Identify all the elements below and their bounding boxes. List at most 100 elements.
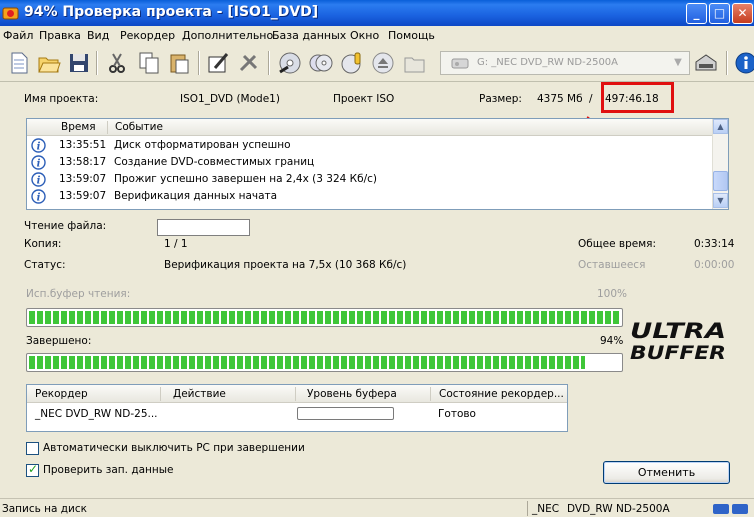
menu-help[interactable]: Помощь: [388, 29, 435, 42]
verify-data-checkbox[interactable]: [26, 462, 39, 477]
project-size-separator: /: [589, 93, 593, 105]
cancel-button[interactable]: Отменить: [603, 461, 730, 484]
burn-disc-icon[interactable]: [277, 50, 303, 76]
disc-info-icon[interactable]: [339, 50, 365, 76]
completed-label: Завершено:: [26, 335, 92, 347]
log-row[interactable]: i 13:35:51 Диск отформатирован успешно: [27, 137, 714, 154]
svg-text:i: i: [37, 192, 41, 203]
toolbar-separator: [96, 51, 98, 75]
info-icon: i: [31, 189, 46, 204]
status-value: Верификация проекта на 7,5x (10 368 Кб/с…: [164, 259, 407, 271]
project-name-label: Имя проекта:: [24, 93, 99, 105]
event-log-scrollbar[interactable]: ▲ ▼: [712, 119, 728, 209]
col-header-action[interactable]: Действие: [173, 388, 226, 400]
svg-text:i: i: [37, 175, 41, 186]
svg-text:BUFFER: BUFFER: [630, 342, 726, 362]
chevron-down-icon[interactable]: ▼: [669, 54, 687, 72]
auto-shutdown-label[interactable]: Автоматически выключить PC при завершени…: [43, 442, 305, 454]
scroll-up-icon[interactable]: ▲: [713, 119, 728, 134]
drive-select[interactable]: G: _NEC DVD_RW ND-2500A ▼: [440, 51, 690, 75]
column-divider[interactable]: [295, 387, 296, 401]
copy-label: Копия:: [24, 238, 62, 250]
read-buffer-percent: 100%: [597, 288, 628, 300]
log-time: 13:59:07: [59, 173, 107, 185]
toolbar-separator: [198, 51, 200, 75]
erase-tools-icon[interactable]: [236, 50, 262, 76]
window-title: 94% Проверка проекта - [ISO1_DVD]: [24, 4, 319, 20]
browse-folder-icon[interactable]: [402, 50, 428, 76]
scroll-thumb[interactable]: [713, 171, 728, 191]
read-buffer-label: Исп.буфер чтения:: [26, 288, 131, 300]
drive-icon: [451, 58, 469, 69]
log-row[interactable]: i 13:59:07 Прожиг успешно завершен на 2,…: [27, 171, 714, 188]
remaining-time-value: 0:00:00: [694, 259, 735, 271]
column-divider[interactable]: [160, 387, 161, 401]
col-header-recorder[interactable]: Рекордер: [35, 388, 88, 400]
menu-edit[interactable]: Правка: [39, 29, 81, 42]
menu-file[interactable]: Файл: [3, 29, 33, 42]
log-row[interactable]: i 13:58:17 Создание DVD-совместимых гран…: [27, 154, 714, 171]
menu-recorder[interactable]: Рекордер: [120, 29, 175, 42]
recorder-list[interactable]: Рекордер Действие Уровень буфера Состоян…: [26, 384, 568, 432]
statusbar-drive-vendor: _NEC: [532, 503, 560, 515]
new-icon[interactable]: [6, 50, 32, 76]
disc-copy-icon[interactable]: [308, 50, 334, 76]
statusbar-divider: [527, 501, 528, 516]
info-icon: i: [31, 172, 46, 187]
log-time: 13:35:51: [59, 139, 107, 151]
nero-app-icon[interactable]: [2, 5, 19, 21]
save-icon[interactable]: [66, 50, 92, 76]
burn-compilation-icon[interactable]: [205, 50, 231, 76]
completed-progress: [26, 353, 623, 372]
statusbar-drive-model: DVD_RW ND-2500A: [567, 503, 670, 515]
col-header-event[interactable]: Событие: [115, 121, 163, 133]
title-bar: 94% Проверка проекта - [ISO1_DVD] _ □ ✕: [0, 0, 754, 26]
column-divider[interactable]: [430, 387, 431, 401]
col-header-buffer[interactable]: Уровень буфера: [307, 388, 397, 400]
eject-icon[interactable]: [370, 50, 396, 76]
drive-select-label: G: _NEC DVD_RW ND-2500A: [477, 57, 619, 68]
paste-icon[interactable]: [166, 50, 192, 76]
col-header-time[interactable]: Время: [61, 121, 96, 133]
copy-icon[interactable]: [136, 50, 162, 76]
event-log-list[interactable]: Время Событие i 13:35:51 Диск отформатир…: [26, 118, 729, 210]
auto-shutdown-checkbox[interactable]: [26, 442, 39, 455]
help-info-icon[interactable]: [733, 50, 754, 76]
menu-window[interactable]: Окно: [350, 29, 379, 42]
read-buffer-progress: [26, 308, 623, 327]
verify-data-label[interactable]: Проверить зап. данные: [43, 464, 174, 476]
project-size-value: 4375 Мб: [537, 93, 583, 105]
highlight-annotation-box: [601, 82, 674, 113]
recorder-name[interactable]: _NEC DVD_RW ND-25...: [35, 408, 158, 420]
log-event: Создание DVD-совместимых границ: [114, 156, 315, 168]
completed-percent: 94%: [600, 335, 624, 347]
close-button[interactable]: ✕: [732, 3, 753, 24]
recorder-drive-icon[interactable]: [693, 50, 719, 76]
toolbar: G: _NEC DVD_RW ND-2500A ▼: [0, 45, 754, 82]
open-folder-icon[interactable]: [36, 50, 62, 76]
total-time-value: 0:33:14: [694, 238, 735, 250]
menu-view[interactable]: Вид: [87, 29, 109, 42]
close-icon: ✕: [737, 6, 748, 20]
column-divider[interactable]: [107, 121, 108, 134]
col-header-state[interactable]: Состояние рекордер...: [439, 388, 564, 400]
total-time-label: Общее время:: [578, 238, 656, 250]
event-log-header: Время Событие: [27, 119, 714, 136]
ultra-buffer-logo: ULTRA BUFFER: [630, 319, 726, 362]
minimize-icon: _: [693, 6, 700, 20]
svg-text:i: i: [37, 158, 41, 169]
menu-database[interactable]: База данных: [272, 29, 346, 42]
log-row[interactable]: i 13:59:07 Верификация данных начата: [27, 188, 714, 205]
recorder-buffer-level: [297, 407, 394, 420]
remaining-time-label: Оставшееся: [578, 259, 646, 271]
project-type-value: Проект ISO: [333, 93, 395, 105]
minimize-button[interactable]: _: [686, 3, 707, 24]
toolbar-separator: [268, 51, 270, 75]
read-buffer-progress-fill: [29, 311, 620, 324]
cut-icon[interactable]: [104, 50, 130, 76]
log-time: 13:58:17: [59, 156, 107, 168]
menu-extras[interactable]: Дополнительно: [182, 29, 273, 42]
info-icon: i: [31, 155, 46, 170]
scroll-down-icon[interactable]: ▼: [713, 193, 728, 208]
maximize-button[interactable]: □: [709, 3, 730, 24]
